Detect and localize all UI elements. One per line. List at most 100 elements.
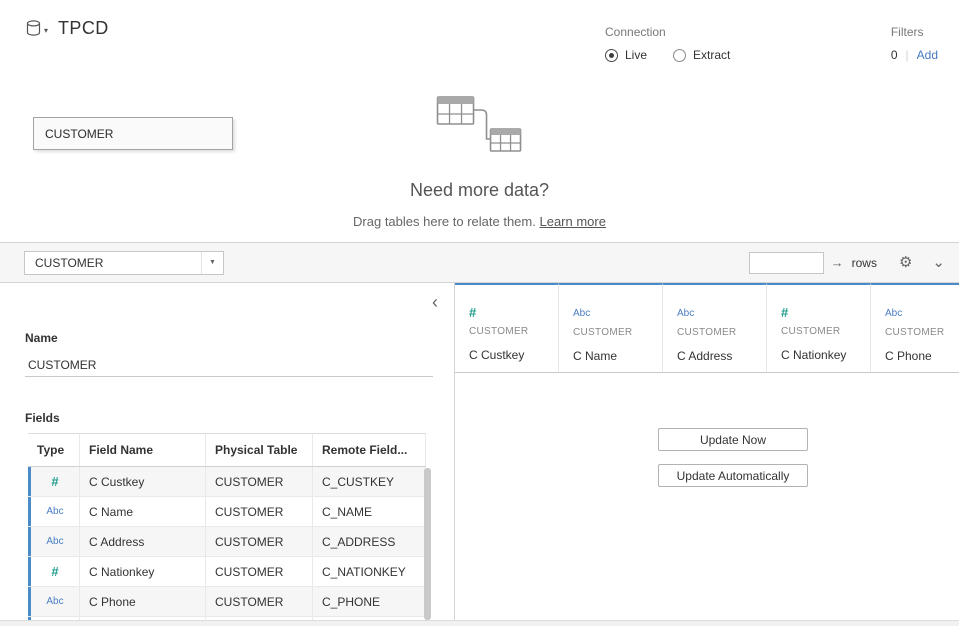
remote-field-cell: C_ADDRESS bbox=[313, 527, 426, 556]
physical-table-cell: CUSTOMER bbox=[206, 587, 313, 616]
rows-controls: → rows ⚙ ⌄ bbox=[749, 252, 945, 274]
empty-state-title: Need more data? bbox=[353, 180, 606, 201]
canvas-empty-state: Need more data? Drag tables here to rela… bbox=[353, 95, 606, 229]
field-name-cell: C Name bbox=[80, 497, 206, 526]
field-type-icon: Abc bbox=[46, 536, 63, 547]
table-row[interactable]: # C Nationkey CUSTOMER C_NATIONKEY bbox=[28, 557, 426, 587]
data-grid-panel: # CUSTOMER C Custkey Abc CUSTOMER C Name… bbox=[455, 283, 959, 620]
table-select-dropdown[interactable]: CUSTOMER ▼ bbox=[24, 251, 224, 275]
radio-dot-extract bbox=[673, 49, 686, 62]
tables-illustration-icon bbox=[434, 95, 526, 157]
physical-table-cell: CUSTOMER bbox=[206, 497, 313, 526]
filters-row: 0 | Add bbox=[891, 48, 938, 62]
header-physical-table[interactable]: Physical Table bbox=[206, 434, 313, 466]
column-type-icon: # bbox=[781, 305, 788, 320]
field-type-icon: # bbox=[51, 564, 58, 579]
vertical-scrollbar-thumb[interactable] bbox=[424, 468, 431, 620]
table-name-field[interactable]: CUSTOMER bbox=[25, 353, 433, 377]
rows-arrow-icon: → bbox=[831, 255, 844, 270]
datasource-title: TPCD bbox=[58, 18, 109, 39]
chevron-down-icon[interactable]: ⌄ bbox=[932, 255, 945, 270]
column-table-name: CUSTOMER bbox=[781, 326, 864, 337]
database-cylinder-icon bbox=[26, 20, 41, 37]
filters-count: 0 bbox=[891, 48, 898, 62]
physical-table-cell: CUSTOMER bbox=[206, 527, 313, 556]
filters-divider: | bbox=[906, 48, 909, 62]
canvas-table-customer[interactable]: CUSTOMER bbox=[33, 117, 233, 150]
datasource-title-block: ▾ TPCD bbox=[26, 18, 109, 39]
fields-table-header: Type Field Name Physical Table Remote Fi… bbox=[28, 434, 426, 467]
connection-radio-extract-label: Extract bbox=[693, 48, 730, 62]
field-name-cell: C Phone bbox=[80, 587, 206, 616]
empty-state-subtitle: Drag tables here to relate them. Learn m… bbox=[353, 214, 606, 229]
header: ▾ TPCD Connection Live Extract Filters 0 bbox=[0, 0, 959, 88]
remote-field-cell: C_NATIONKEY bbox=[313, 557, 426, 586]
column-field-name: C Address bbox=[677, 349, 760, 363]
table-select-value: CUSTOMER bbox=[35, 256, 103, 270]
field-name-cell: C Address bbox=[80, 527, 206, 556]
connection-radio-group: Live Extract bbox=[605, 48, 730, 62]
grid-column-header[interactable]: Abc CUSTOMER C Name bbox=[559, 283, 663, 372]
metadata-panel: ‹ Name CUSTOMER Fields Type Field Name P… bbox=[0, 283, 455, 620]
header-field-name[interactable]: Field Name bbox=[80, 434, 206, 466]
rows-label: rows bbox=[852, 256, 877, 270]
field-name-cell: C Custkey bbox=[80, 467, 206, 496]
horizontal-scrollbar[interactable] bbox=[0, 620, 959, 626]
column-type-icon: Abc bbox=[885, 308, 902, 321]
connection-section: Connection Live Extract bbox=[605, 25, 730, 62]
main-area: ‹ Name CUSTOMER Fields Type Field Name P… bbox=[0, 283, 959, 620]
radio-dot-live bbox=[605, 49, 618, 62]
update-now-button[interactable]: Update Now bbox=[658, 428, 808, 451]
column-table-name: CUSTOMER bbox=[885, 327, 959, 338]
column-table-name: CUSTOMER bbox=[677, 327, 760, 338]
table-row[interactable]: # C Custkey CUSTOMER C_CUSTKEY bbox=[28, 467, 426, 497]
gear-icon[interactable]: ⚙ bbox=[899, 255, 912, 270]
physical-table-cell: CUSTOMER bbox=[206, 467, 313, 496]
column-table-name: CUSTOMER bbox=[469, 326, 552, 337]
grid-column-header[interactable]: # CUSTOMER C Nationkey bbox=[767, 283, 871, 372]
table-toolbar: CUSTOMER ▼ → rows ⚙ ⌄ bbox=[0, 243, 959, 283]
column-field-name: C Custkey bbox=[469, 348, 552, 362]
header-type[interactable]: Type bbox=[28, 434, 80, 466]
grid-column-header[interactable]: Abc CUSTOMER C Address bbox=[663, 283, 767, 372]
table-row[interactable]: Abc C Name CUSTOMER C_NAME bbox=[28, 497, 426, 527]
field-type-icon: Abc bbox=[46, 506, 63, 517]
connection-radio-extract[interactable]: Extract bbox=[673, 48, 730, 62]
physical-table-cell: CUSTOMER bbox=[206, 557, 313, 586]
database-caret-icon: ▾ bbox=[44, 27, 48, 37]
empty-state-subtitle-text: Drag tables here to relate them. bbox=[353, 214, 536, 229]
filters-label: Filters bbox=[891, 25, 938, 39]
learn-more-link[interactable]: Learn more bbox=[539, 214, 605, 229]
remote-field-cell: C_NAME bbox=[313, 497, 426, 526]
fields-table: Type Field Name Physical Table Remote Fi… bbox=[28, 433, 426, 620]
column-field-name: C Nationkey bbox=[781, 348, 864, 362]
connection-radio-live-label: Live bbox=[625, 48, 647, 62]
field-name-cell: C Nationkey bbox=[80, 557, 206, 586]
header-remote-field[interactable]: Remote Field... bbox=[313, 434, 426, 466]
data-grid-headers: # CUSTOMER C Custkey Abc CUSTOMER C Name… bbox=[455, 283, 959, 373]
column-table-name: CUSTOMER bbox=[573, 327, 656, 338]
tableau-datasource-page: ▾ TPCD Connection Live Extract Filters 0 bbox=[0, 0, 959, 626]
relationship-canvas: CUSTOMER Need more data? Drag tables her… bbox=[0, 88, 959, 243]
collapse-panel-icon[interactable]: ‹ bbox=[432, 293, 438, 311]
connection-radio-live[interactable]: Live bbox=[605, 48, 647, 62]
filters-add-link[interactable]: Add bbox=[917, 48, 938, 62]
table-row[interactable]: Abc C Address CUSTOMER C_ADDRESS bbox=[28, 527, 426, 557]
filters-section: Filters 0 | Add bbox=[891, 25, 938, 62]
update-automatically-button[interactable]: Update Automatically bbox=[658, 464, 808, 487]
column-type-icon: # bbox=[469, 305, 476, 320]
grid-column-header[interactable]: Abc CUSTOMER C Phone bbox=[871, 283, 959, 372]
column-type-icon: Abc bbox=[677, 308, 694, 321]
row-limit-input[interactable] bbox=[749, 252, 824, 274]
dropdown-caret-icon: ▼ bbox=[201, 252, 223, 274]
column-field-name: C Phone bbox=[885, 349, 959, 363]
field-type-icon: # bbox=[51, 474, 58, 489]
remote-field-cell: C_CUSTKEY bbox=[313, 467, 426, 496]
column-type-icon: Abc bbox=[573, 308, 590, 321]
table-row[interactable]: Abc C Phone CUSTOMER C_PHONE bbox=[28, 587, 426, 617]
database-icon[interactable]: ▾ bbox=[26, 20, 48, 37]
update-buttons: Update Now Update Automatically bbox=[658, 428, 808, 487]
table-row-partial[interactable] bbox=[28, 617, 426, 620]
remote-field-cell: C_PHONE bbox=[313, 587, 426, 616]
grid-column-header[interactable]: # CUSTOMER C Custkey bbox=[455, 283, 559, 372]
